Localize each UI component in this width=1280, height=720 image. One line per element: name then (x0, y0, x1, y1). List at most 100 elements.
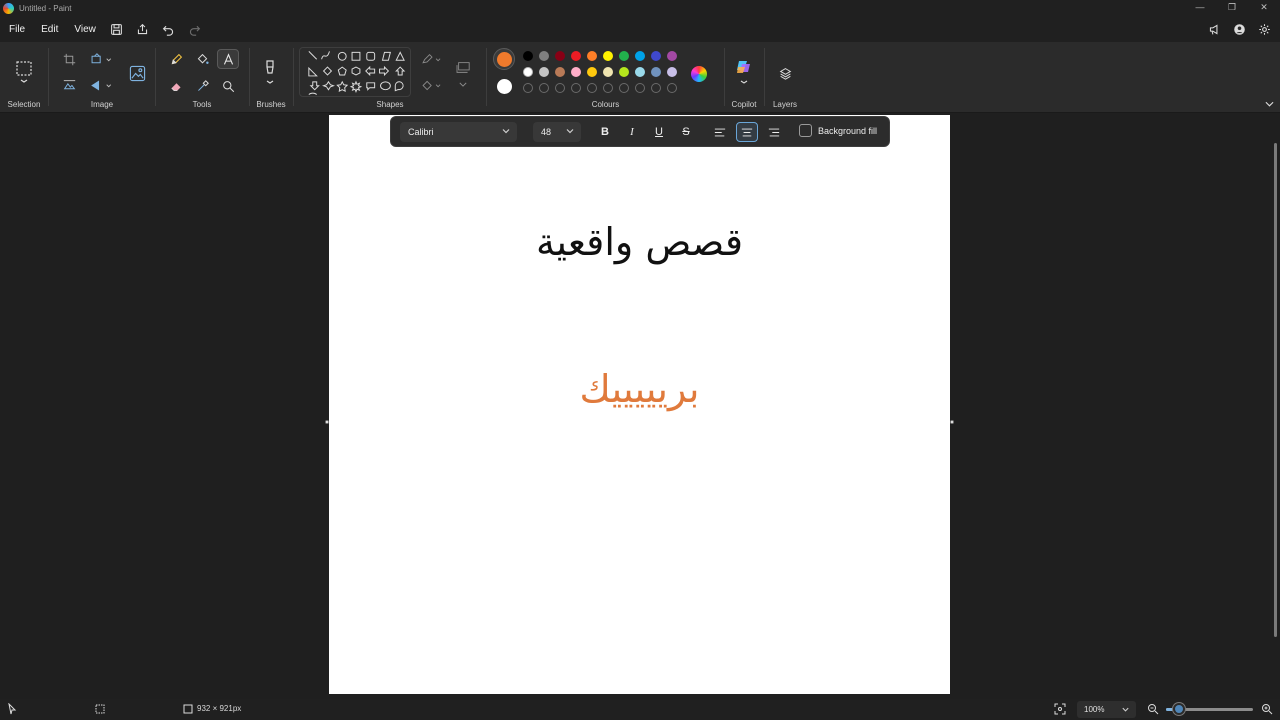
palette-swatch[interactable] (571, 67, 581, 77)
pencil-icon[interactable] (165, 49, 187, 69)
palette-swatch[interactable] (539, 67, 549, 77)
feedback-icon[interactable] (1203, 18, 1226, 40)
zoom-out-icon[interactable] (1147, 703, 1159, 715)
palette-swatch[interactable] (603, 67, 613, 77)
palette-swatch[interactable] (539, 51, 549, 61)
font-family-dropdown[interactable]: Calibri (400, 122, 517, 142)
selection-tool-button[interactable] (13, 56, 35, 88)
redo-icon[interactable] (182, 19, 208, 41)
minimize-button[interactable]: — (1184, 0, 1216, 14)
palette-swatch[interactable] (651, 51, 661, 61)
menu-view[interactable]: View (66, 19, 104, 41)
copilot-icon[interactable] (732, 56, 756, 88)
palette-swatch[interactable] (603, 51, 613, 61)
palette-swatch[interactable] (523, 51, 533, 61)
edit-colours-icon[interactable] (687, 62, 711, 86)
palette-swatch[interactable] (619, 51, 629, 61)
custom-colour-slot[interactable] (603, 83, 613, 93)
palette-swatch[interactable] (555, 51, 565, 61)
palette-swatch[interactable] (667, 51, 677, 61)
close-button[interactable]: ✕ (1248, 0, 1280, 14)
resize-icon[interactable] (86, 50, 116, 68)
palette-swatch[interactable] (667, 67, 677, 77)
bold-button[interactable]: B (594, 122, 616, 142)
canvas-orange-text[interactable]: بريييييك (329, 367, 950, 411)
secondary-colour-button[interactable] (494, 76, 514, 96)
menu-edit[interactable]: Edit (33, 19, 66, 41)
flip-icon[interactable] (86, 76, 116, 94)
font-size-dropdown[interactable]: 48 (533, 122, 581, 142)
image-creator-icon[interactable] (126, 62, 148, 84)
crop-icon[interactable] (60, 50, 78, 68)
zoom-in-icon[interactable] (1261, 703, 1273, 715)
selection-size-icon (95, 704, 105, 714)
shapes-gallery[interactable] (299, 47, 411, 97)
palette-swatch[interactable] (651, 67, 661, 77)
brushes-label: Brushes (256, 100, 286, 109)
text-format-toolbar: Calibri 48 B I U S Background fill (390, 116, 890, 147)
zoom-slider-thumb[interactable] (1173, 703, 1185, 715)
menu-file[interactable]: File (1, 19, 33, 41)
brush-icon[interactable] (259, 54, 281, 90)
palette-swatch[interactable] (523, 67, 533, 77)
palette-swatch[interactable] (571, 51, 581, 61)
shape-fill-icon[interactable] (419, 76, 445, 94)
restore-button[interactable]: ❐ (1216, 0, 1248, 14)
italic-button[interactable]: I (621, 122, 643, 142)
layers-icon[interactable] (774, 62, 796, 84)
eraser-icon[interactable] (165, 76, 187, 96)
custom-colour-slot[interactable] (539, 83, 549, 93)
align-right-button[interactable] (763, 122, 785, 142)
palette-swatch[interactable] (587, 51, 597, 61)
save-icon[interactable] (104, 19, 130, 41)
custom-colour-slot[interactable] (555, 83, 565, 93)
colour-picker-icon[interactable] (191, 76, 213, 96)
custom-colour-slot[interactable] (619, 83, 629, 93)
align-left-button[interactable] (709, 122, 731, 142)
align-center-icon (741, 128, 753, 136)
canvas-workspace: قصص واقعية بريييييك (0, 113, 1280, 699)
align-center-button[interactable] (736, 122, 758, 142)
account-icon[interactable] (1228, 18, 1251, 40)
text-tool-icon[interactable] (217, 49, 239, 69)
collapse-ribbon-icon[interactable] (1262, 98, 1276, 110)
chevron-down-icon (566, 129, 574, 134)
magnifier-icon[interactable] (217, 76, 239, 96)
undo-icon[interactable] (156, 19, 182, 41)
background-fill-checkbox[interactable] (799, 124, 812, 137)
image-label: Image (90, 100, 114, 109)
brushes-group: Brushes (251, 42, 291, 113)
divider (249, 48, 250, 106)
palette-swatch[interactable] (555, 67, 565, 77)
primary-colour-button[interactable] (493, 48, 515, 70)
zoom-level-dropdown[interactable]: 100% (1077, 701, 1136, 718)
share-icon[interactable] (130, 19, 156, 41)
custom-colour-slot[interactable] (635, 83, 645, 93)
strikethrough-button[interactable]: S (675, 122, 697, 142)
resize-handle-left[interactable] (325, 420, 329, 424)
custom-colour-slot[interactable] (651, 83, 661, 93)
palette-swatch[interactable] (619, 67, 629, 77)
vertical-scrollbar[interactable] (1274, 143, 1277, 637)
status-bar: 932 × 921px 100% (0, 699, 1280, 720)
divider (486, 48, 487, 106)
chevron-down-icon[interactable] (455, 78, 471, 90)
custom-colour-slot[interactable] (587, 83, 597, 93)
custom-colour-slot[interactable] (667, 83, 677, 93)
custom-colour-slot[interactable] (571, 83, 581, 93)
palette-swatch[interactable] (635, 67, 645, 77)
layers-stack-icon[interactable] (451, 58, 475, 76)
resize-handle-right[interactable] (950, 420, 954, 424)
palette-swatch[interactable] (635, 51, 645, 61)
custom-colour-slot[interactable] (523, 83, 533, 93)
palette-swatch[interactable] (587, 67, 597, 77)
fit-to-window-icon[interactable] (1054, 703, 1066, 715)
underline-button[interactable]: U (648, 122, 670, 142)
fill-bucket-icon[interactable] (191, 49, 213, 69)
outline-icon[interactable] (419, 50, 445, 68)
background-fill-option[interactable]: Background fill (799, 124, 877, 137)
settings-icon[interactable] (1253, 18, 1276, 40)
rotate-icon[interactable] (60, 76, 78, 94)
colours-label: Colours (591, 100, 620, 109)
drawing-canvas[interactable]: قصص واقعية بريييييك (329, 115, 950, 694)
